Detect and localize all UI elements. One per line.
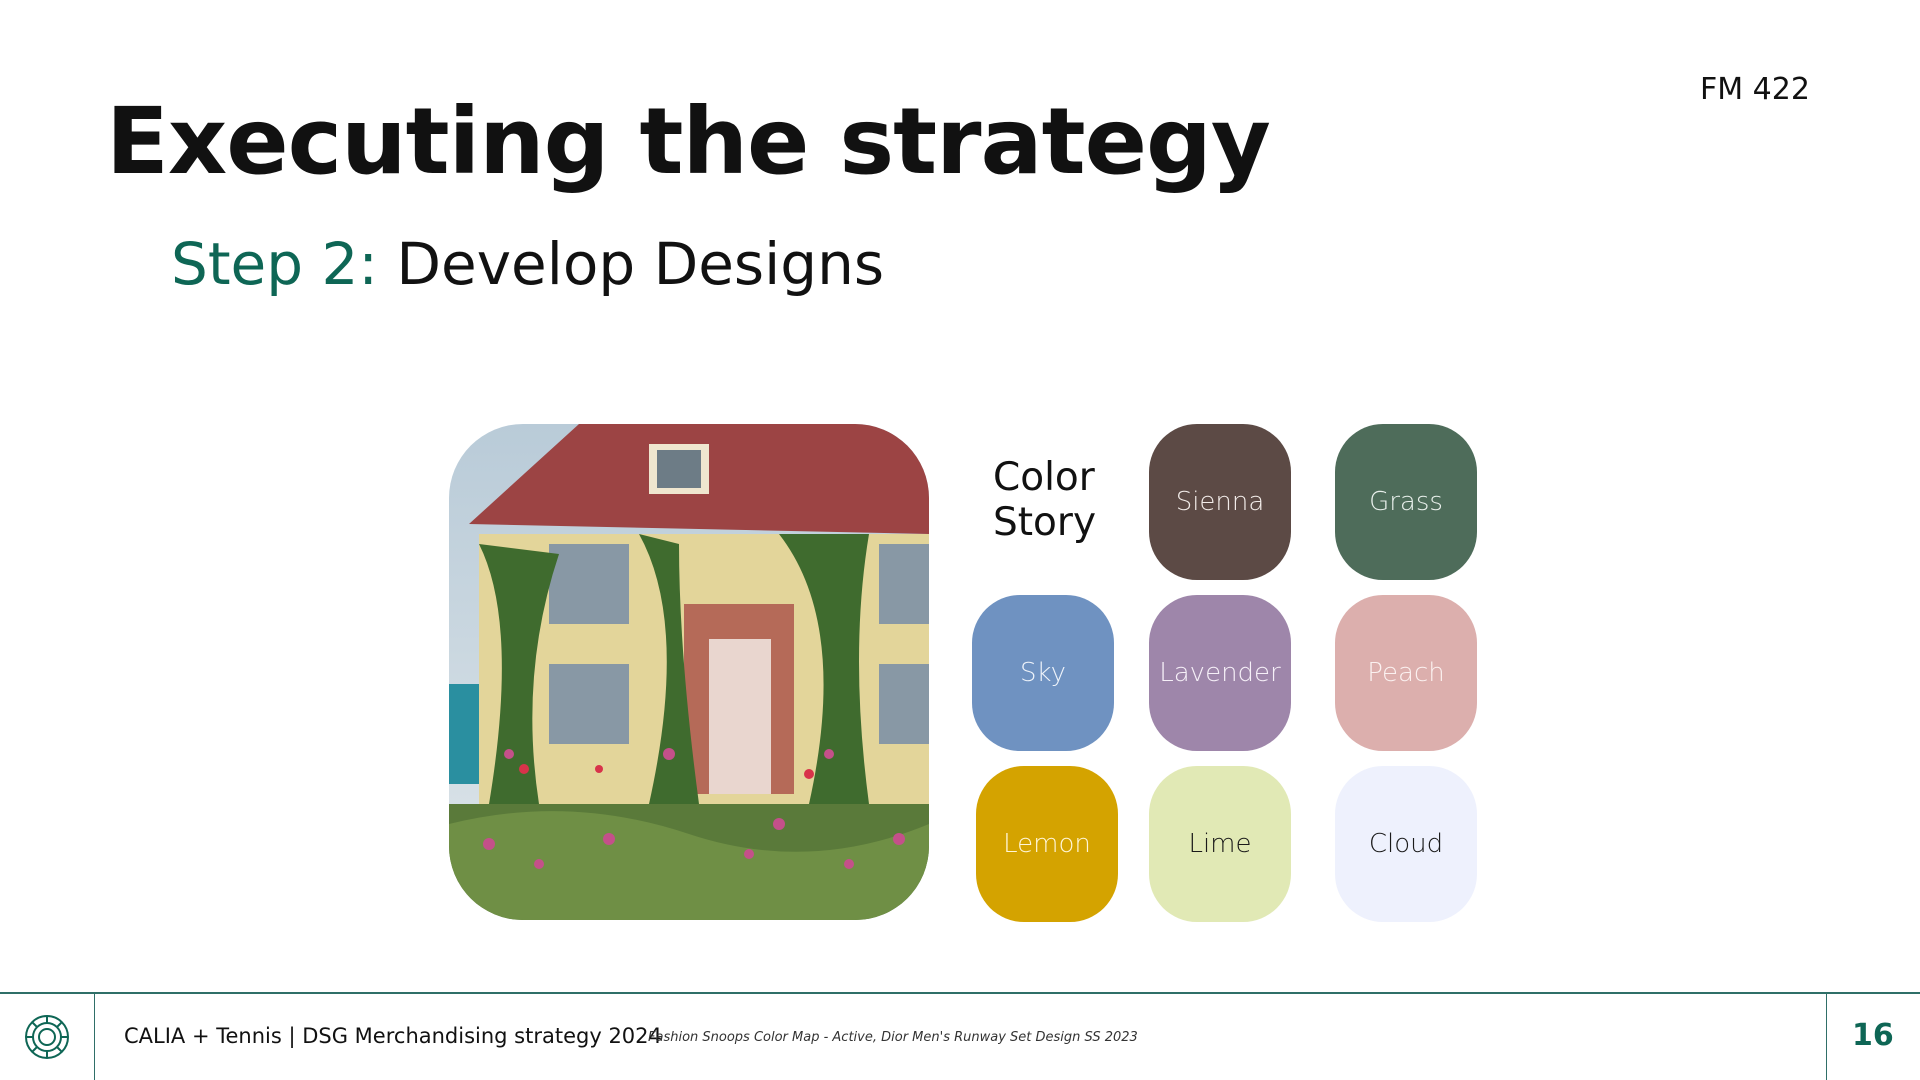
swatch-label: Sky: [1019, 658, 1067, 688]
swatch-label: Cloud: [1368, 829, 1444, 859]
step-label: Step 2:: [171, 230, 378, 298]
swatch-lime: Lime: [1149, 766, 1291, 922]
step-text: Develop Designs: [377, 230, 885, 298]
footer-divider: [0, 992, 1920, 994]
swatch-label: Sienna: [1175, 487, 1265, 517]
cottage-photo: [449, 424, 929, 920]
image-caption: Fashion Snoops Color Map - Active, Dior …: [648, 1030, 1138, 1045]
footer-text: CALIA + Tennis | DSG Merchandising strat…: [124, 1024, 662, 1048]
swatch-label: Lime: [1188, 829, 1252, 859]
swatch-peach: Peach: [1335, 595, 1477, 751]
color-story-line2: Story: [993, 500, 1097, 545]
footer-divider-right: [1826, 994, 1827, 1080]
color-story-line1: Color: [993, 455, 1095, 500]
brand-logo-icon: [25, 1015, 69, 1059]
swatch-cloud: Cloud: [1335, 766, 1477, 922]
slide-subtitle: Step 2: Develop Designs: [171, 230, 884, 298]
swatch-sienna: Sienna: [1149, 424, 1291, 580]
swatch-grass: Grass: [1335, 424, 1477, 580]
page-number: 16: [1852, 1018, 1894, 1053]
course-code: FM 422: [1700, 72, 1810, 107]
swatch-label: Grass: [1369, 487, 1443, 517]
swatch-lemon: Lemon: [976, 766, 1118, 922]
swatch-label: Lavender: [1159, 658, 1281, 688]
color-story-label: Color Story: [993, 455, 1096, 545]
swatch-label: Lemon: [1003, 829, 1091, 859]
footer-divider-left: [94, 994, 95, 1080]
swatch-lavender: Lavender: [1149, 595, 1291, 751]
swatch-sky: Sky: [972, 595, 1114, 751]
slide-title: Executing the strategy: [106, 88, 1271, 195]
swatch-label: Peach: [1367, 658, 1445, 688]
